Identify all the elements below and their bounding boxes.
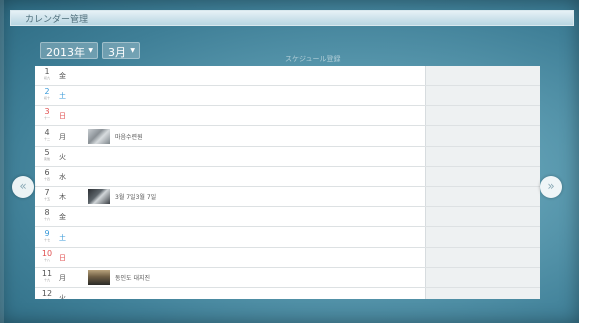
lunar-date: 十五 (43, 197, 50, 202)
day-row[interactable]: 4 十二月 마음수련원 (35, 127, 540, 147)
day-number: 8 十六 (40, 208, 54, 221)
lunar-date: 十六 (43, 217, 50, 222)
weekday-label: 日 (59, 112, 66, 121)
lunar-date: 十九 (43, 278, 50, 282)
month-select-value: 3月 (108, 46, 126, 59)
lunar-date: 二十 (40, 298, 54, 299)
day-number: 3 十一 (40, 107, 54, 120)
event-thumbnail[interactable] (88, 128, 110, 144)
schedule-column-header: スケジュール登録 (285, 55, 341, 63)
day-row[interactable]: 7 十五木 3월 7일3월 7일 (35, 187, 540, 208)
weekday-label: 木 (59, 193, 66, 202)
day-row[interactable]: 10 十八日 (35, 248, 540, 268)
event-thumbnail[interactable] (88, 270, 110, 285)
day-number: 7 十五 (40, 188, 54, 201)
day-row[interactable]: 1 初九金 (35, 66, 540, 86)
day-row[interactable]: 2 初十土 (35, 86, 540, 107)
chevron-down-icon: ▼ (130, 47, 135, 54)
day-number: 12二十 (40, 289, 54, 299)
day-number-text: 7 (44, 188, 50, 198)
day-number-text: 6 (44, 168, 50, 177)
year-select-value: 2013年 (46, 46, 85, 59)
window-title: カレンダー管理 (25, 15, 89, 25)
day-number: 4 十二 (40, 128, 54, 141)
day-number: 11 十九 (40, 269, 54, 282)
day-row[interactable]: 8 十六金 (35, 207, 540, 228)
day-number-text: 12 (41, 289, 53, 299)
weekday-label: 月 (59, 132, 66, 141)
day-row[interactable]: 6 十四水 (35, 167, 540, 187)
day-number-text: 5 (44, 147, 50, 157)
day-row[interactable]: 9 十七土 (35, 228, 540, 248)
day-number-text: 2 (44, 87, 50, 97)
day-number: 6 十四 (40, 168, 54, 181)
day-row[interactable]: 12二十火 (35, 288, 540, 299)
day-number-text: 1 (44, 67, 50, 76)
weekday-label: 土 (59, 233, 66, 242)
day-row[interactable]: 11 十九月 동인도 대지진 (35, 268, 540, 288)
weekday-label: 火 (59, 152, 66, 161)
year-select[interactable]: 2013年 ▼ (40, 42, 98, 59)
event-title[interactable]: 3월 7일3월 7일 (115, 192, 156, 201)
day-number-text: 4 (44, 127, 50, 137)
weekday-label: 日 (59, 253, 66, 262)
day-number-text: 9 (44, 228, 50, 238)
day-number: 9 十七 (40, 229, 54, 242)
weekday-label: 金 (59, 72, 66, 80)
double-chevron-left-icon: « (19, 179, 27, 193)
lunar-date: 十二 (43, 136, 50, 141)
calendar-window: カレンダー管理 2013年 ▼ 3月 ▼ スケジュール登録 1 初九金 2 初十土 3 十… (0, 0, 579, 323)
weekday-label: 土 (59, 92, 66, 101)
weekday-label: 金 (59, 213, 66, 222)
day-row[interactable]: 3 十一日 (35, 106, 540, 127)
event-thumbnail[interactable] (88, 189, 110, 205)
weekday-label: 月 (59, 274, 66, 282)
page-margin (579, 0, 596, 323)
event-title[interactable]: 마음수련원 (115, 132, 143, 141)
window-edge (0, 0, 4, 323)
lunar-date: 十七 (43, 237, 50, 242)
day-row[interactable]: 5 驚蟄火 (35, 147, 540, 167)
lunar-date: 驚蟄 (43, 156, 50, 161)
day-number: 1 初九 (40, 67, 54, 80)
weekday-label: 水 (59, 173, 66, 181)
day-number-text: 11 (41, 269, 53, 278)
lunar-date: 初十 (43, 96, 50, 101)
calendar-list: 1 初九金 2 初十土 3 十一日 4 十二月 마음수련원 5 驚蟄火 6 十四水 7 十五木 3월 7일3월… (35, 66, 540, 299)
title-bar: カレンダー管理 (10, 10, 574, 26)
lunar-date: 十八 (43, 257, 50, 262)
day-number: 5 驚蟄 (40, 148, 54, 161)
event-title[interactable]: 동인도 대지진 (115, 273, 150, 282)
double-chevron-right-icon: » (547, 179, 555, 193)
month-select[interactable]: 3月 ▼ (102, 42, 140, 59)
day-number: 10 十八 (40, 249, 54, 262)
next-month-button[interactable]: » (540, 176, 562, 198)
day-number: 2 初十 (40, 87, 54, 100)
day-number-text: 10 (41, 248, 53, 258)
lunar-date: 初九 (43, 76, 50, 80)
lunar-date: 十一 (43, 116, 50, 121)
weekday-label: 火 (59, 294, 66, 299)
chevron-down-icon: ▼ (88, 47, 93, 54)
lunar-date: 十四 (43, 177, 50, 181)
prev-month-button[interactable]: « (12, 176, 34, 198)
